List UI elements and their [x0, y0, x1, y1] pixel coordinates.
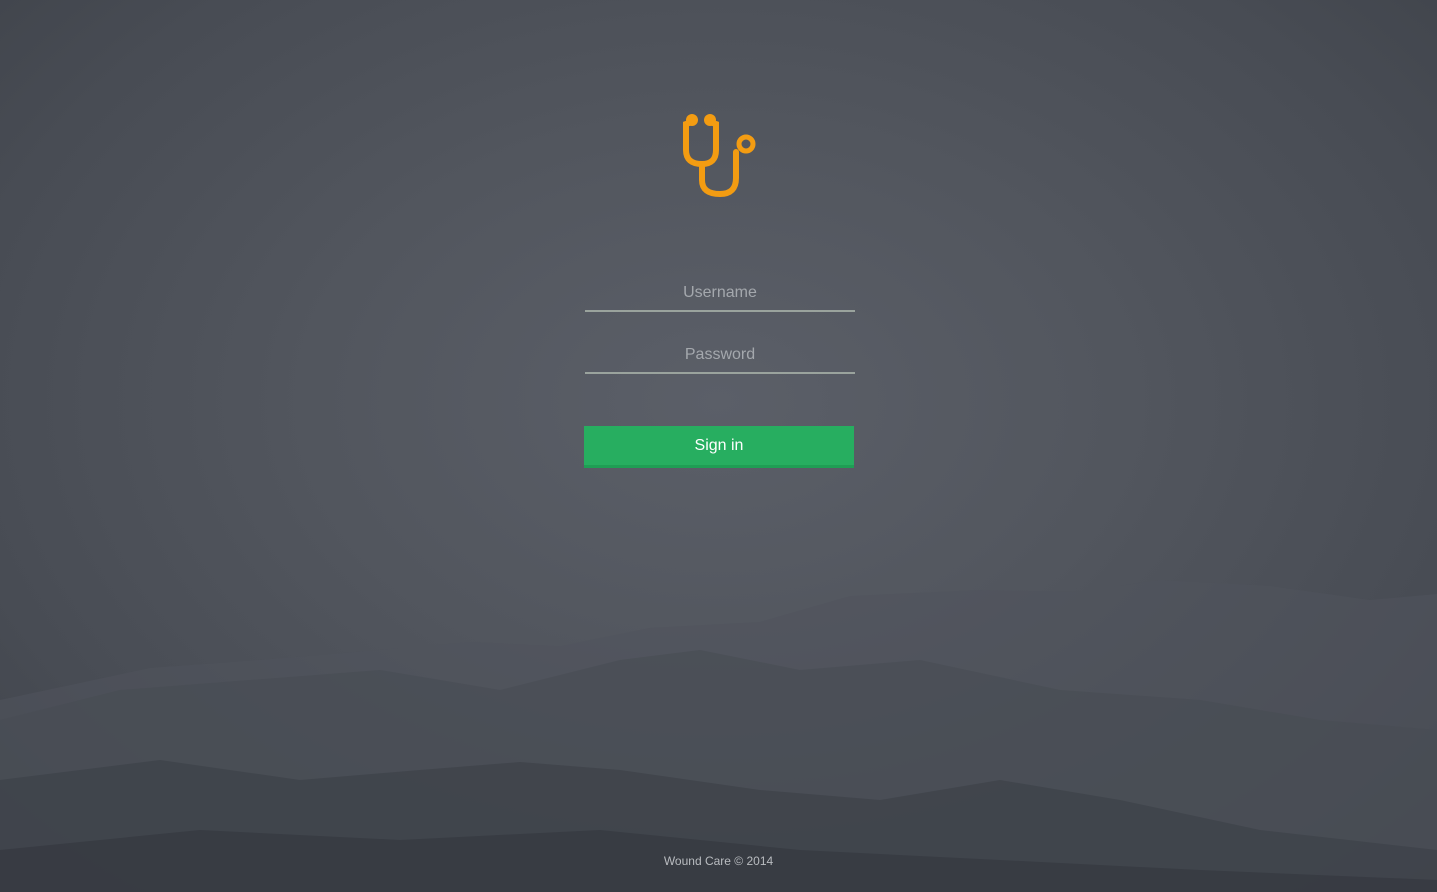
stethoscope-icon [683, 114, 756, 198]
password-input[interactable] [585, 338, 855, 374]
sign-in-button[interactable]: Sign in [584, 426, 854, 468]
footer-copyright: Wound Care © 2014 [663, 854, 774, 868]
username-input[interactable] [585, 276, 855, 312]
